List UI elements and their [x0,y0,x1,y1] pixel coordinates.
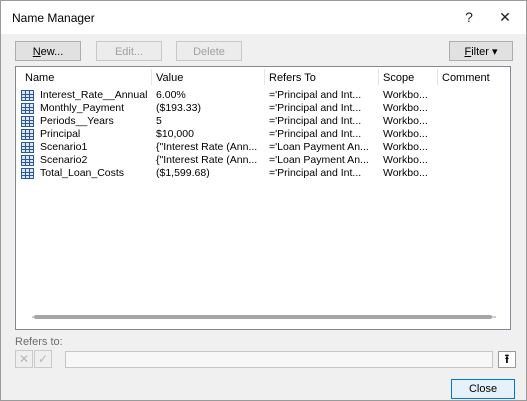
cell-value: ($193.33) [156,102,201,114]
new-button-label: New... [32,46,64,58]
cell-scope: Workbo... [383,102,428,114]
close-icon[interactable]: ✕ [487,5,523,29]
cell-refers-to: ='Principal and Int... [269,128,362,140]
column-header-name[interactable]: Name [25,72,54,86]
column-header-refers-to[interactable]: Refers To [269,72,316,86]
title-bar: Name Manager ? ✕ [1,1,526,34]
cell-refers-to: ='Principal and Int... [269,89,362,101]
edit-button[interactable]: Edit... [96,41,162,61]
cell-name: Scenario1 [40,141,88,153]
collapse-dialog-button[interactable]: ⭱ [498,351,516,368]
cell-name: Periods__Years [40,115,114,127]
defined-name-icon [21,116,34,127]
cell-name: Principal [40,128,81,140]
collapse-icon: ⭱ [504,352,510,366]
table-row[interactable]: Scenario2 {"Interest Rate (Ann... ='Loan P… [16,154,510,167]
cell-refers-to: ='Principal and Int... [269,167,362,179]
cancel-icon: ✕ [18,352,30,366]
cell-scope: Workbo... [383,167,428,179]
checkmark-icon: ✓ [37,352,49,366]
column-divider[interactable] [378,69,379,85]
column-divider[interactable] [151,69,152,85]
defined-name-icon [21,103,34,114]
cell-value: {"Interest Rate (Ann... [156,141,258,153]
column-header-value[interactable]: Value [156,72,183,86]
close-button[interactable]: Close [451,379,515,399]
new-button[interactable]: New... [15,41,81,61]
cell-scope: Workbo... [383,115,428,127]
edit-button-label: Edit... [114,46,144,58]
table-row[interactable]: Interest_Rate__Annual 6.00% ='Principal an… [16,89,510,102]
table-row[interactable]: Scenario1 {"Interest Rate (Ann... ='Loan P… [16,141,510,154]
close-button-label: Close [468,383,498,395]
refers-to-label: Refers to: [15,336,63,348]
defined-name-icon [21,90,34,101]
delete-button-label: Delete [193,46,225,58]
table-row[interactable]: Principal $10,000 ='Principal and Int... Wo… [16,128,510,141]
cell-name: Monthly_Payment [40,102,125,114]
cell-name: Total_Loan_Costs [40,167,125,179]
defined-name-icon [21,129,34,140]
defined-name-icon [21,155,34,166]
cell-refers-to: ='Principal and Int... [269,115,362,127]
column-divider[interactable] [264,69,265,85]
cell-scope: Workbo... [383,154,428,166]
accept-edit-button[interactable]: ✓ [34,350,52,368]
table-row[interactable]: Monthly_Payment ($193.33) ='Principal and … [16,102,510,115]
cell-scope: Workbo... [383,141,428,153]
cell-scope: Workbo... [383,89,428,101]
delete-button[interactable]: Delete [176,41,242,61]
column-divider[interactable] [437,69,438,85]
column-header-scope[interactable]: Scope [383,72,414,86]
cell-value: 6.00% [156,89,186,101]
cell-refers-to: ='Loan Payment An... [269,154,369,166]
cell-value: 5 [156,115,162,127]
filter-button-label: Filter [464,46,489,58]
cell-name: Interest_Rate__Annual [40,89,148,101]
cancel-edit-button[interactable]: ✕ [15,350,33,368]
cell-refers-to: ='Loan Payment An... [269,141,369,153]
defined-name-icon [21,142,34,153]
table-row[interactable]: Total_Loan_Costs ($1,599.68) ='Principal a… [16,167,510,180]
table-row[interactable]: Periods__Years 5 ='Principal and Int... Wor… [16,115,510,128]
cell-refers-to: ='Principal and Int... [269,102,362,114]
help-icon[interactable]: ? [451,5,487,29]
filter-button[interactable]: Filter ▾ [449,41,513,61]
refers-to-field[interactable] [65,351,493,368]
cell-value: ($1,599.68) [156,167,210,179]
horizontal-scrollbar[interactable] [32,313,496,321]
column-header-comment[interactable]: Comment [442,72,490,86]
defined-name-icon [21,168,34,179]
chevron-down-icon: ▾ [492,46,498,58]
names-list[interactable]: Name Value Refers To Scope Comment Inter… [15,66,511,330]
name-manager-dialog: Name Manager ? ✕ New... Edit... Delete F… [0,0,527,401]
scrollbar-thumb[interactable] [34,315,492,319]
cell-value: $10,000 [156,128,194,140]
cell-value: {"Interest Rate (Ann... [156,154,258,166]
cell-name: Scenario2 [40,154,88,166]
dialog-title: Name Manager [12,11,95,25]
cell-scope: Workbo... [383,128,428,140]
